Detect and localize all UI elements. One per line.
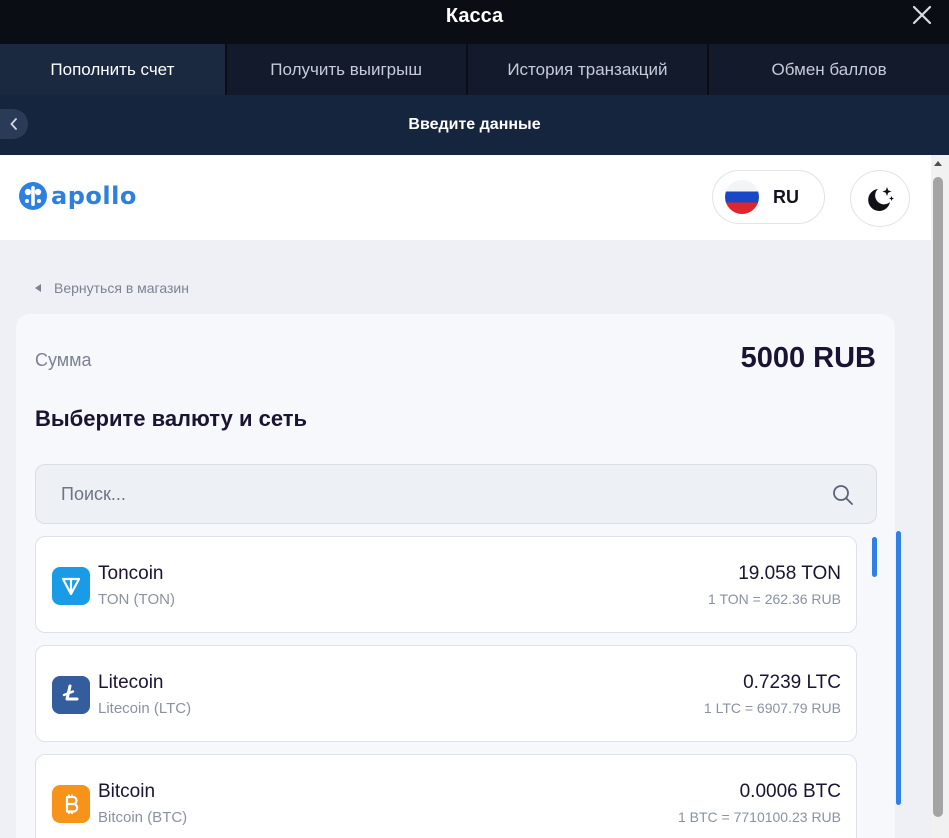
currency-name: Litecoin [98, 672, 164, 693]
amount-label: Сумма [35, 350, 92, 370]
currency-rate: 1 BTC = 7710100.23 RUB [677, 809, 841, 825]
list-scrollbar-thumb[interactable] [872, 537, 877, 577]
section-title: Выберите валюту и сеть [35, 406, 308, 431]
window-titlebar: Касса [0, 0, 949, 44]
moon-stars-icon [868, 186, 894, 211]
chevron-left-icon [10, 118, 17, 130]
currency-amount: 0.0006 BTC [739, 781, 841, 802]
currency-rate: 1 LTC = 6907.79 RUB [703, 700, 841, 716]
currency-item-bitcoin[interactable]: Bitcoin Bitcoin (BTC) 0.0006 BTC 1 BTC =… [35, 754, 857, 838]
currency-network: Litecoin (LTC) [98, 700, 192, 717]
back-to-shop-link[interactable]: Вернуться в магазин [35, 280, 189, 296]
currency-amount: 0.7239 LTC [743, 672, 841, 693]
currency-item-litecoin[interactable]: Litecoin Litecoin (LTC) 0.7239 LTC 1 LTC… [35, 645, 857, 742]
currency-rate: 1 TON = 262.36 RUB [708, 591, 841, 607]
language-code: RU [773, 186, 799, 207]
currency-network: Bitcoin (BTC) [98, 809, 188, 826]
bitcoin-icon [52, 785, 90, 823]
apollo-logo-icon [19, 182, 47, 210]
subheader: Введите данные [0, 95, 949, 155]
back-to-shop-label: Вернуться в магазин [54, 280, 189, 296]
currency-item-toncoin[interactable]: Toncoin TON (TON) 19.058 TON 1 TON = 262… [35, 536, 857, 633]
site-header: apollo RU [0, 155, 949, 240]
russia-flag-icon [725, 180, 759, 214]
payment-frame: apollo RU Вернуться в магазин Сумма 5000… [0, 155, 949, 838]
theme-toggle-button[interactable] [850, 170, 910, 227]
payment-card: Сумма 5000 RUB Выберите валюту и сеть To… [16, 314, 895, 838]
card-scrollbar-thumb[interactable] [896, 531, 901, 805]
close-icon[interactable] [911, 4, 933, 26]
subheader-title: Введите данные [408, 116, 541, 133]
cashier-tabs: Пополнить счет Получить выигрыш История … [0, 44, 949, 95]
apollo-logo[interactable]: apollo [18, 181, 137, 211]
currency-amount: 19.058 TON [738, 563, 841, 584]
tab-points-exchange[interactable]: Обмен баллов [709, 44, 949, 95]
currency-name: Bitcoin [98, 781, 156, 802]
amount-value: 5000 RUB [740, 342, 876, 374]
search-icon[interactable] [832, 484, 854, 506]
page-scrollbar-thumb[interactable] [933, 177, 943, 817]
language-selector[interactable]: RU [712, 170, 825, 224]
litecoin-icon [52, 676, 90, 714]
window-title: Касса [445, 5, 504, 27]
toncoin-icon [52, 567, 90, 605]
currency-name: Toncoin [98, 563, 164, 584]
triangle-left-icon [35, 284, 41, 292]
tab-transaction-history[interactable]: История транзакций [467, 44, 708, 95]
scroll-up-arrow-icon[interactable] [934, 161, 942, 166]
search-box [35, 464, 877, 524]
tab-deposit[interactable]: Пополнить счет [0, 44, 225, 95]
logo-text: apollo [51, 182, 137, 210]
currency-network: TON (TON) [98, 591, 175, 608]
tab-withdraw[interactable]: Получить выигрыш [226, 44, 466, 95]
search-input[interactable] [36, 465, 826, 523]
